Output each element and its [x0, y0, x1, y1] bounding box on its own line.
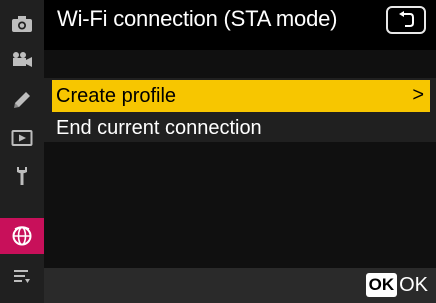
title-bar: Wi-Fi connection (STA mode)	[44, 0, 436, 50]
menu-item-label: End current connection	[56, 116, 262, 139]
ok-label: OK	[399, 273, 428, 296]
movie-icon	[13, 52, 32, 67]
ok-button-icon: OK	[365, 273, 398, 297]
ok-button-hint[interactable]: OK OK	[365, 272, 428, 298]
tab-video-recording[interactable]	[0, 42, 44, 78]
bottom-bar: OK OK	[44, 268, 436, 303]
back-arrow-icon	[399, 11, 414, 27]
wrench-icon	[17, 167, 27, 185]
menu-tab-strip	[0, 0, 44, 303]
menu-item-create-profile[interactable]: Create profile >	[52, 80, 430, 112]
tab-network[interactable]	[0, 218, 44, 254]
menu-list: Create profile > End current connection	[44, 50, 436, 268]
page-title: Wi-Fi connection (STA mode)	[57, 6, 338, 31]
chevron-right-icon: >	[412, 84, 424, 106]
camera-icon	[12, 16, 32, 32]
playback-icon	[11, 130, 33, 146]
menu-item-end-current-connection[interactable]: End current connection	[52, 112, 430, 144]
tab-my-menu[interactable]	[0, 258, 44, 294]
back-button[interactable]	[386, 6, 426, 34]
my-menu-icon	[14, 270, 30, 283]
tab-photo-shooting[interactable]	[0, 6, 44, 42]
tab-custom-settings[interactable]	[0, 82, 44, 118]
network-icon	[12, 226, 32, 246]
tab-playback[interactable]	[0, 120, 44, 156]
pencil-icon	[14, 92, 30, 108]
tab-setup[interactable]	[0, 158, 44, 194]
menu-item-label: Create profile	[56, 84, 177, 107]
